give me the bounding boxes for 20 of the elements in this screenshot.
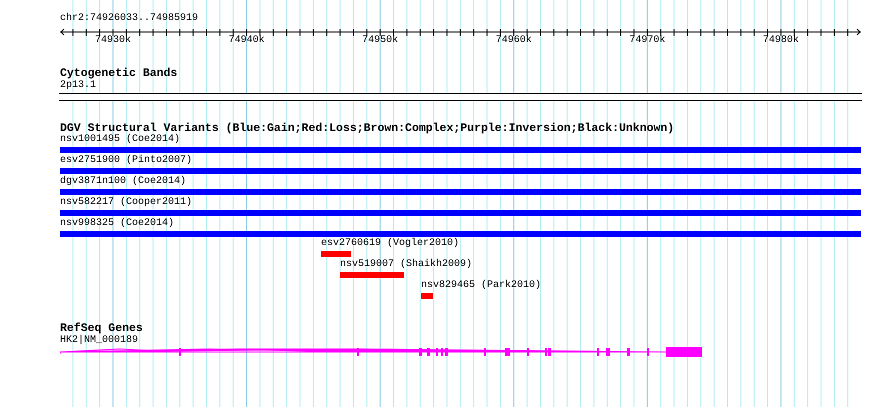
variant-label: nsv998325 (Coe2014) bbox=[60, 218, 174, 230]
track-title: RefSeq Genes bbox=[60, 322, 143, 335]
scale-label: 74960k bbox=[496, 35, 532, 47]
scale-label: 74940k bbox=[228, 35, 265, 47]
track-title: Cytogenetic Bands bbox=[60, 67, 178, 80]
scale-label: 74970k bbox=[629, 35, 666, 47]
ruler-title: chr2:74926033..74985919 bbox=[60, 13, 198, 25]
scale-label: 74950k bbox=[362, 35, 398, 47]
variant-label: nsv1001495 (Coe2014) bbox=[60, 134, 180, 146]
variant-label: nsv829465 (Park2010) bbox=[421, 280, 542, 292]
band-label: 2p13.1 bbox=[60, 80, 96, 92]
variant-label: dgv3871n100 (Coe2014) bbox=[60, 176, 186, 188]
track-title: DGV Structural Variants (Blue:Gain;Red:Loss;Brown:Complex;Purple:Inversion;Black:Unknown) bbox=[60, 122, 674, 135]
variant-label: nsv582217 (Cooper2011) bbox=[60, 197, 192, 209]
variant-label: esv2751900 (Pinto2007) bbox=[60, 155, 192, 167]
variant-label: esv2760619 (Vogler2010) bbox=[321, 238, 460, 250]
scale-label: 74930k bbox=[94, 35, 131, 47]
variant-label: nsv519007 (Shaikh2009) bbox=[340, 259, 472, 271]
scale-label: 74980k bbox=[762, 35, 799, 47]
gene-label: HK2|NM_000189 bbox=[60, 335, 138, 347]
